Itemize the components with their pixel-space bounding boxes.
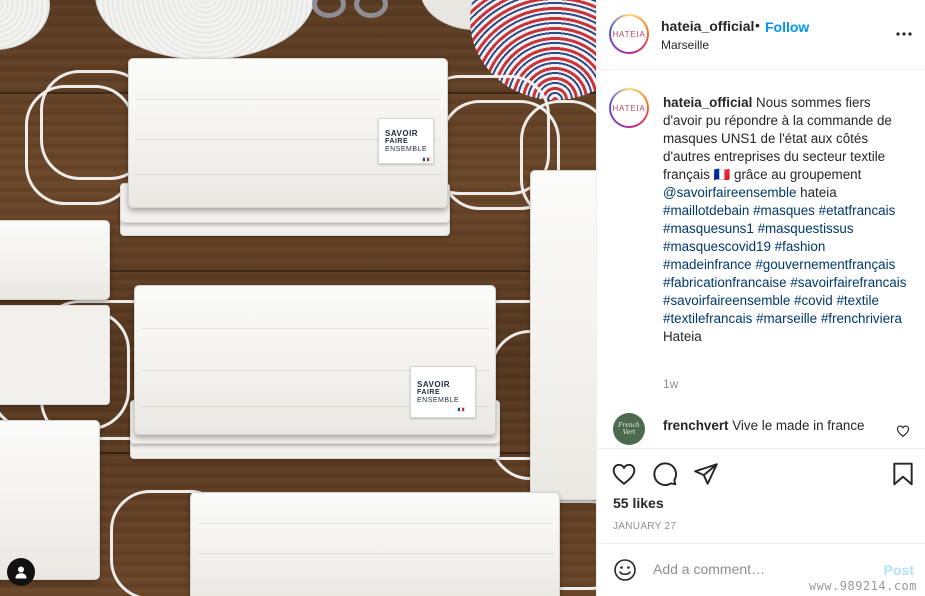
post-caption: hateia_official Nous sommes fiers d'avoi… xyxy=(663,94,911,346)
hashtag-link[interactable]: #fabricationfrancaise xyxy=(663,275,787,290)
post-side-panel: HATEIA hateia_official • Follow Marseill… xyxy=(596,0,925,596)
mask-pleat xyxy=(135,99,441,100)
hashtag-link[interactable]: #savoirfaireensemble xyxy=(663,293,790,308)
post-photo[interactable]: SAVOIR FAIRE ENSEMBLE SAVOIR FAIRE ENSEM… xyxy=(0,0,596,596)
brand-label-line: ENSEMBLE xyxy=(417,396,460,404)
caption-text: Nous sommes fiers d'avoir pu répondre à … xyxy=(663,95,906,344)
avatar-logo: HATEIA xyxy=(611,16,647,52)
mask-layer xyxy=(0,305,110,405)
hashtag-link[interactable]: #madeinfrance xyxy=(663,257,752,272)
post-comment-button[interactable]: Post xyxy=(884,562,914,578)
mask-stack xyxy=(190,492,570,596)
comment-text: Vive le made in france xyxy=(732,418,865,433)
comment-username[interactable]: frenchvert xyxy=(663,418,729,433)
commenter-avatar-text: French Vert xyxy=(618,422,640,436)
mask xyxy=(530,170,596,500)
hashtag-link[interactable]: #textilefrancais xyxy=(663,311,752,326)
post-actions: 55 likes JANUARY 27 Post xyxy=(597,448,925,588)
mask xyxy=(0,420,100,580)
likes-count[interactable]: 55 likes xyxy=(613,495,664,511)
hashtag-link[interactable]: #frenchriviera xyxy=(821,311,902,326)
brand-label-line: FAIRE xyxy=(417,388,441,396)
mask-pleat xyxy=(197,523,553,524)
mask xyxy=(190,492,560,596)
comment: frenchvert Vive le made in france xyxy=(663,418,864,433)
brand-label-line: SAVOIR xyxy=(417,379,451,389)
mask-pleat xyxy=(197,553,553,554)
brand-label-line: FAIRE xyxy=(385,137,409,145)
caption-text-segment: grâce au groupement xyxy=(730,167,862,182)
caption-text-segment: Hateia xyxy=(663,329,702,344)
hashtag-link[interactable]: #savoirfairefrancais xyxy=(790,275,906,290)
elastic-spool-white xyxy=(0,0,50,50)
comments-area: HATEIA hateia_official Nous sommes fiers… xyxy=(597,70,925,448)
mask-stack xyxy=(530,170,596,510)
mask-stack xyxy=(0,220,110,580)
post-username[interactable]: hateia_official xyxy=(661,18,754,34)
hashtag-link[interactable]: #masquestissus xyxy=(758,221,854,236)
mask xyxy=(0,220,110,300)
scissors xyxy=(312,0,346,18)
brand-label-line: SAVOIR xyxy=(385,128,419,138)
hashtag-link[interactable]: #etatfrancais xyxy=(819,203,896,218)
more-options-button[interactable] xyxy=(892,22,916,46)
brand-label-line: ENSEMBLE xyxy=(385,145,428,153)
mask-pleat xyxy=(135,174,441,175)
avatar-logo: HATEIA xyxy=(611,90,647,126)
more-options-icon xyxy=(896,32,912,36)
hashtag-link[interactable]: #gouvernementfrançais xyxy=(755,257,895,272)
hashtag-link[interactable]: #marseille xyxy=(756,311,817,326)
user-tag-icon xyxy=(15,566,27,579)
french-flag-icon xyxy=(457,407,465,412)
elastic-spool-white xyxy=(95,0,315,60)
user-tag-button[interactable] xyxy=(7,558,35,586)
post-location[interactable]: Marseille xyxy=(661,38,709,52)
avatar[interactable]: HATEIA xyxy=(609,14,649,54)
comment-input[interactable] xyxy=(653,558,873,580)
hashtag-link[interactable]: #masquescovid19 xyxy=(663,239,771,254)
emoji-icon[interactable] xyxy=(613,558,637,582)
french-flag-icon xyxy=(422,157,430,162)
mention-link[interactable]: @savoirfaireensemble xyxy=(663,185,796,200)
caption-text-segment: hateia xyxy=(796,185,837,200)
post-header: HATEIA hateia_official • Follow Marseill… xyxy=(597,0,925,70)
post-date[interactable]: JANUARY 27 xyxy=(613,521,676,532)
hashtag-link[interactable]: #fashion xyxy=(775,239,826,254)
watermark: www.989214.com xyxy=(808,579,917,593)
separator-dot: • xyxy=(755,17,760,33)
hashtag-link[interactable]: #masquesuns1 xyxy=(663,221,754,236)
brand-label: SAVOIR FAIRE ENSEMBLE xyxy=(410,366,476,418)
caption-username[interactable]: hateia_official xyxy=(663,95,752,110)
heart-icon[interactable] xyxy=(611,461,637,487)
caption-avatar[interactable]: HATEIA xyxy=(609,88,649,128)
caption-text-segment: 🇫🇷 xyxy=(713,167,731,182)
caption-timestamp[interactable]: 1w xyxy=(663,377,678,391)
comment-heart-icon[interactable] xyxy=(896,424,910,438)
hashtag-link[interactable]: #covid xyxy=(794,293,833,308)
hashtag-link[interactable]: #masques xyxy=(753,203,815,218)
follow-button[interactable]: Follow xyxy=(765,19,809,35)
ear-loop xyxy=(25,85,135,205)
comment-icon[interactable] xyxy=(652,461,678,487)
mask-pleat xyxy=(141,328,489,329)
hashtag-link[interactable]: #maillotdebain xyxy=(663,203,749,218)
hashtag-link[interactable]: #textile xyxy=(836,293,878,308)
scissors xyxy=(354,0,388,18)
share-icon[interactable] xyxy=(693,461,719,487)
bookmark-icon[interactable] xyxy=(890,461,916,487)
commenter-avatar[interactable]: French Vert xyxy=(613,413,645,445)
